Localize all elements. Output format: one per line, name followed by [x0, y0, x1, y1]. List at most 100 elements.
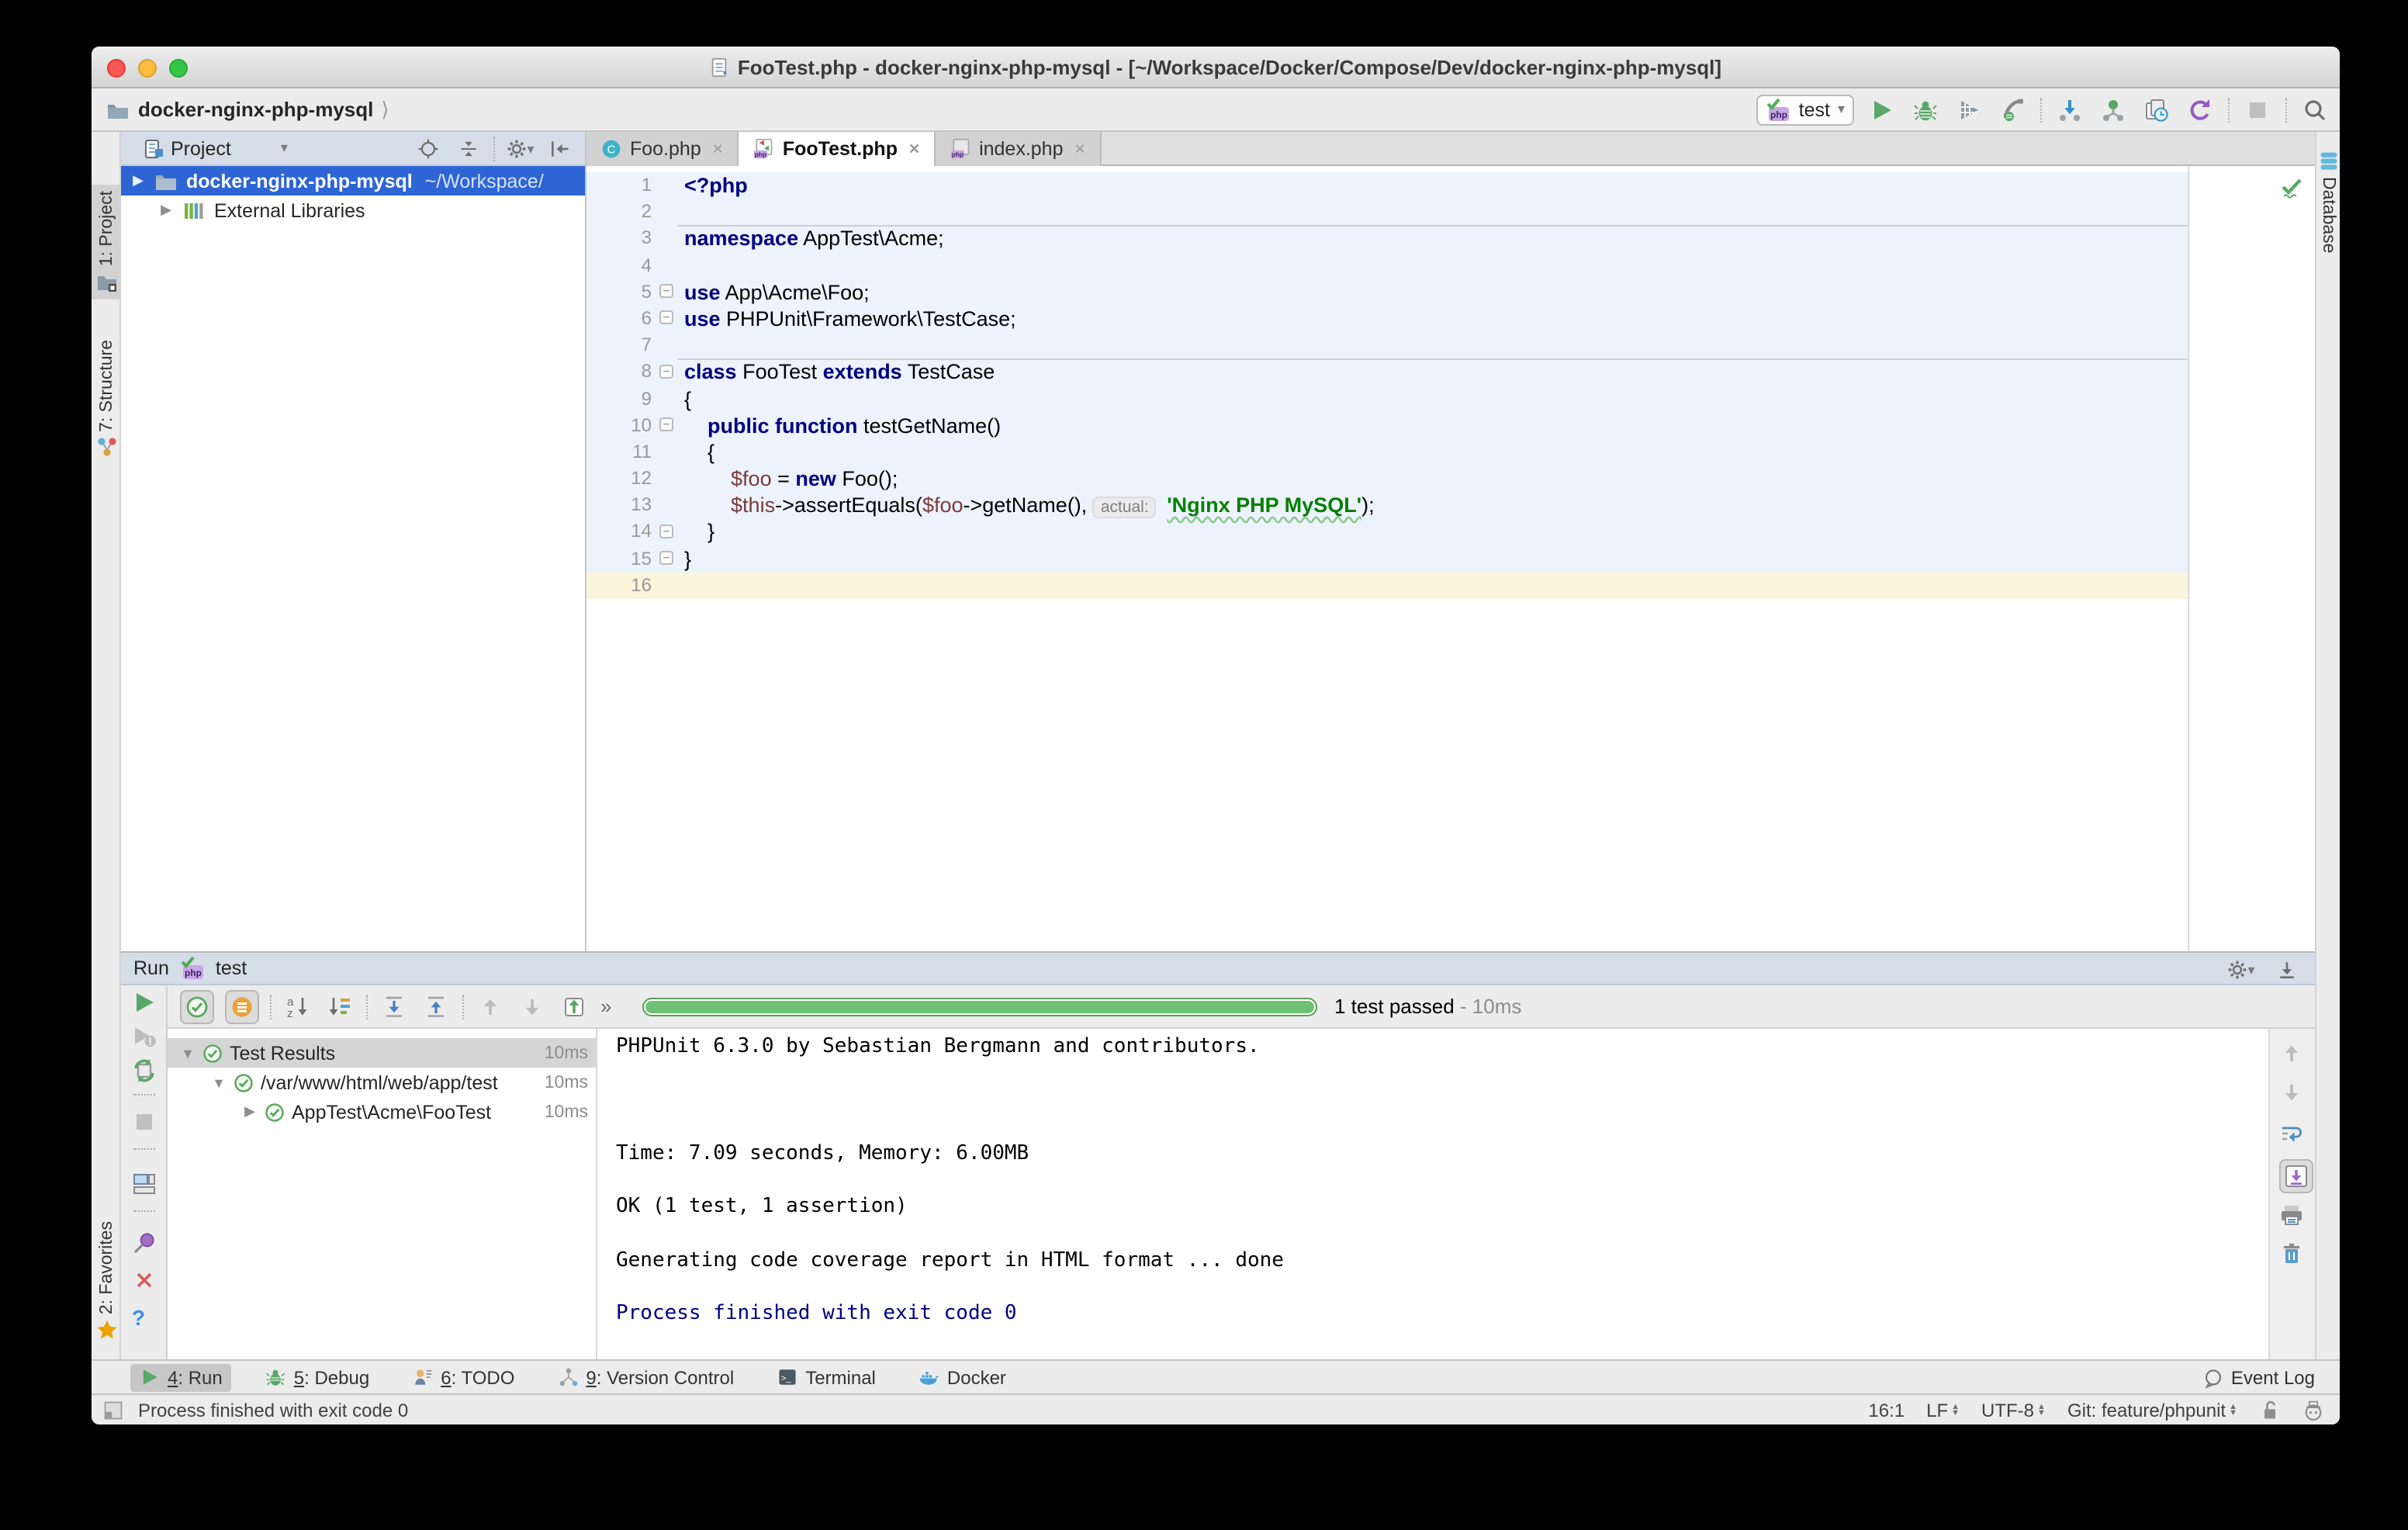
- editor-tab-foo-php[interactable]: C Foo.php ✕: [586, 132, 739, 166]
- toolwindow-button-todo[interactable]: 6: TODO: [403, 1363, 524, 1391]
- toolwindow-stripe-database[interactable]: Database: [2316, 144, 2340, 259]
- stop-button[interactable]: [132, 1109, 157, 1134]
- up-the-stack-trace-button[interactable]: [2279, 1041, 2304, 1066]
- test-tree-row-suite[interactable]: ▼ /var/www/html/web/app/test 10ms: [168, 1068, 596, 1097]
- code-line[interactable]: 15−}: [586, 545, 2315, 572]
- expand-arrow-icon[interactable]: ▶: [130, 172, 146, 189]
- breadcrumb-project-name[interactable]: docker-nginx-php-mysql: [138, 98, 373, 121]
- code-line[interactable]: 10− public function testGetName(): [586, 412, 2315, 438]
- print-button[interactable]: [2279, 1203, 2304, 1227]
- restore-layout-button[interactable]: [132, 1172, 157, 1196]
- collapse-arrow-icon[interactable]: ▼: [180, 1045, 195, 1061]
- close-tab-icon[interactable]: ✕: [712, 140, 724, 158]
- project-tree-row-root[interactable]: ▶ docker-nginx-php-mysql ~/Workspace/: [121, 166, 585, 196]
- fold-marker-icon[interactable]: −: [659, 365, 673, 379]
- help-button[interactable]: ?: [132, 1305, 145, 1330]
- scroll-to-end-button[interactable]: [2279, 1159, 2313, 1193]
- run-configuration-select[interactable]: php test ▾: [1757, 94, 1854, 125]
- code-line[interactable]: 12 $foo = new Foo();: [586, 466, 2315, 492]
- project-tree-row-external-libraries[interactable]: ▶ External Libraries: [121, 196, 585, 225]
- readonly-lock-icon[interactable]: [2259, 1399, 2281, 1421]
- expand-arrow-icon[interactable]: ▶: [158, 202, 174, 219]
- code-line[interactable]: 1<?php: [586, 172, 2315, 199]
- code-line[interactable]: 4: [586, 252, 2315, 279]
- vcs-commit-button[interactable]: [2098, 94, 2129, 125]
- line-ending-widget[interactable]: LF▲▼: [1926, 1399, 1960, 1421]
- code-line[interactable]: 5−use App\Acme\Foo;: [586, 279, 2315, 306]
- fold-marker-icon[interactable]: −: [659, 524, 673, 538]
- breadcrumb[interactable]: docker-nginx-php-mysql ⟩: [106, 88, 389, 130]
- caret-position-widget[interactable]: 16:1: [1868, 1399, 1905, 1421]
- soft-wrap-button[interactable]: [2279, 1122, 2304, 1147]
- run-button[interactable]: [1867, 94, 1898, 125]
- inspection-profile-icon[interactable]: [2302, 1399, 2324, 1421]
- expand-arrow-icon[interactable]: ▶: [242, 1103, 258, 1120]
- encoding-widget[interactable]: UTF-8▲▼: [1981, 1399, 2046, 1421]
- next-occurrence-button[interactable]: [517, 991, 548, 1022]
- toolwindow-quick-access-icon[interactable]: [102, 1399, 124, 1421]
- code-line[interactable]: 9{: [586, 386, 2315, 412]
- toolwindow-button-terminal[interactable]: >_ Terminal: [768, 1363, 885, 1391]
- event-log-button[interactable]: Event Log: [2203, 1361, 2315, 1395]
- toolwindow-button-debug[interactable]: 5: Debug: [257, 1363, 379, 1391]
- toolwindow-button-docker[interactable]: Docker: [910, 1363, 1015, 1391]
- run-panel-config-name[interactable]: test: [216, 957, 247, 979]
- collapse-arrow-icon[interactable]: ▼: [211, 1075, 227, 1090]
- close-panel-button[interactable]: [132, 1268, 157, 1293]
- code-line[interactable]: 11 {: [586, 439, 2315, 466]
- run-panel-settings-button[interactable]: ▾: [2225, 954, 2256, 985]
- collapse-all-button[interactable]: [420, 991, 452, 1022]
- show-ignored-toggle[interactable]: [225, 989, 259, 1023]
- import-test-results-button[interactable]: [559, 991, 590, 1022]
- clear-all-button[interactable]: [2279, 1241, 2304, 1266]
- rerun-button[interactable]: [132, 990, 157, 1015]
- run-panel-title[interactable]: Run: [133, 957, 169, 979]
- sort-alphabetically-button[interactable]: az: [282, 991, 313, 1022]
- fold-marker-icon[interactable]: −: [659, 311, 673, 325]
- fold-marker-icon[interactable]: −: [659, 285, 673, 299]
- pin-tab-button[interactable]: [132, 1231, 157, 1255]
- hide-panel-button[interactable]: [545, 133, 576, 164]
- search-everywhere-button[interactable]: [2299, 94, 2330, 125]
- close-tab-icon[interactable]: ✕: [908, 140, 920, 158]
- more-actions-icon[interactable]: »: [600, 995, 611, 1018]
- code-line[interactable]: 8−class FooTest extends TestCase: [586, 359, 2315, 386]
- toolwindow-stripe-project[interactable]: 1: Project: [92, 185, 121, 299]
- toolwindow-stripe-favorites[interactable]: 2: Favorites: [92, 1215, 121, 1347]
- test-tree-row-class[interactable]: ▶ AppTest\Acme\FooTest 10ms: [168, 1097, 596, 1127]
- status-message[interactable]: Process finished with exit code 0: [138, 1399, 408, 1421]
- toolwindow-button-version-control[interactable]: 9: Version Control: [548, 1363, 743, 1391]
- rollback-button[interactable]: [2185, 94, 2216, 125]
- sort-by-duration-button[interactable]: [324, 991, 355, 1022]
- hide-run-panel-button[interactable]: [2271, 954, 2302, 985]
- toolwindow-button-run[interactable]: 4: Run: [130, 1363, 232, 1391]
- run-with-coverage-button[interactable]: [1953, 94, 1984, 125]
- chevron-down-icon[interactable]: ▾: [281, 140, 288, 157]
- fold-marker-icon[interactable]: −: [659, 417, 673, 431]
- editor-tab-footest-php[interactable]: php FooTest.php ✕: [739, 132, 936, 166]
- stop-button[interactable]: [2242, 94, 2273, 125]
- project-panel-title[interactable]: Project: [171, 137, 231, 159]
- show-passed-toggle[interactable]: [180, 989, 214, 1023]
- code-line[interactable]: 16: [586, 573, 2315, 599]
- test-tree-row-root[interactable]: ▼ Test Results 10ms: [168, 1038, 596, 1068]
- previous-occurrence-button[interactable]: [475, 991, 506, 1022]
- code-line[interactable]: 3namespace AppTest\Acme;: [586, 226, 2315, 252]
- debug-button[interactable]: [1910, 94, 1941, 125]
- code-area[interactable]: 1<?php23namespace AppTest\Acme;45−use Ap…: [586, 166, 2315, 951]
- toolwindow-stripe-structure[interactable]: 7: Structure: [92, 333, 121, 464]
- code-line[interactable]: 6−use PHPUnit\Framework\TestCase;: [586, 306, 2315, 332]
- code-line[interactable]: 14− }: [586, 519, 2315, 545]
- fold-marker-icon[interactable]: −: [659, 551, 673, 565]
- close-tab-icon[interactable]: ✕: [1074, 140, 1086, 158]
- collapse-all-button[interactable]: [453, 133, 484, 164]
- git-branch-widget[interactable]: Git: feature/phpunit▲▼: [2067, 1399, 2237, 1421]
- down-the-stack-trace-button[interactable]: [2279, 1080, 2304, 1105]
- vcs-update-button[interactable]: [2054, 94, 2085, 125]
- code-line[interactable]: 13 $this->assertEquals($foo->getName(), …: [586, 493, 2315, 519]
- attach-debugger-button[interactable]: [1997, 94, 2028, 125]
- code-line[interactable]: 2: [586, 199, 2315, 225]
- vcs-history-button[interactable]: [2141, 94, 2172, 125]
- project-settings-button[interactable]: ▾: [504, 133, 535, 164]
- locate-file-button[interactable]: [413, 133, 444, 164]
